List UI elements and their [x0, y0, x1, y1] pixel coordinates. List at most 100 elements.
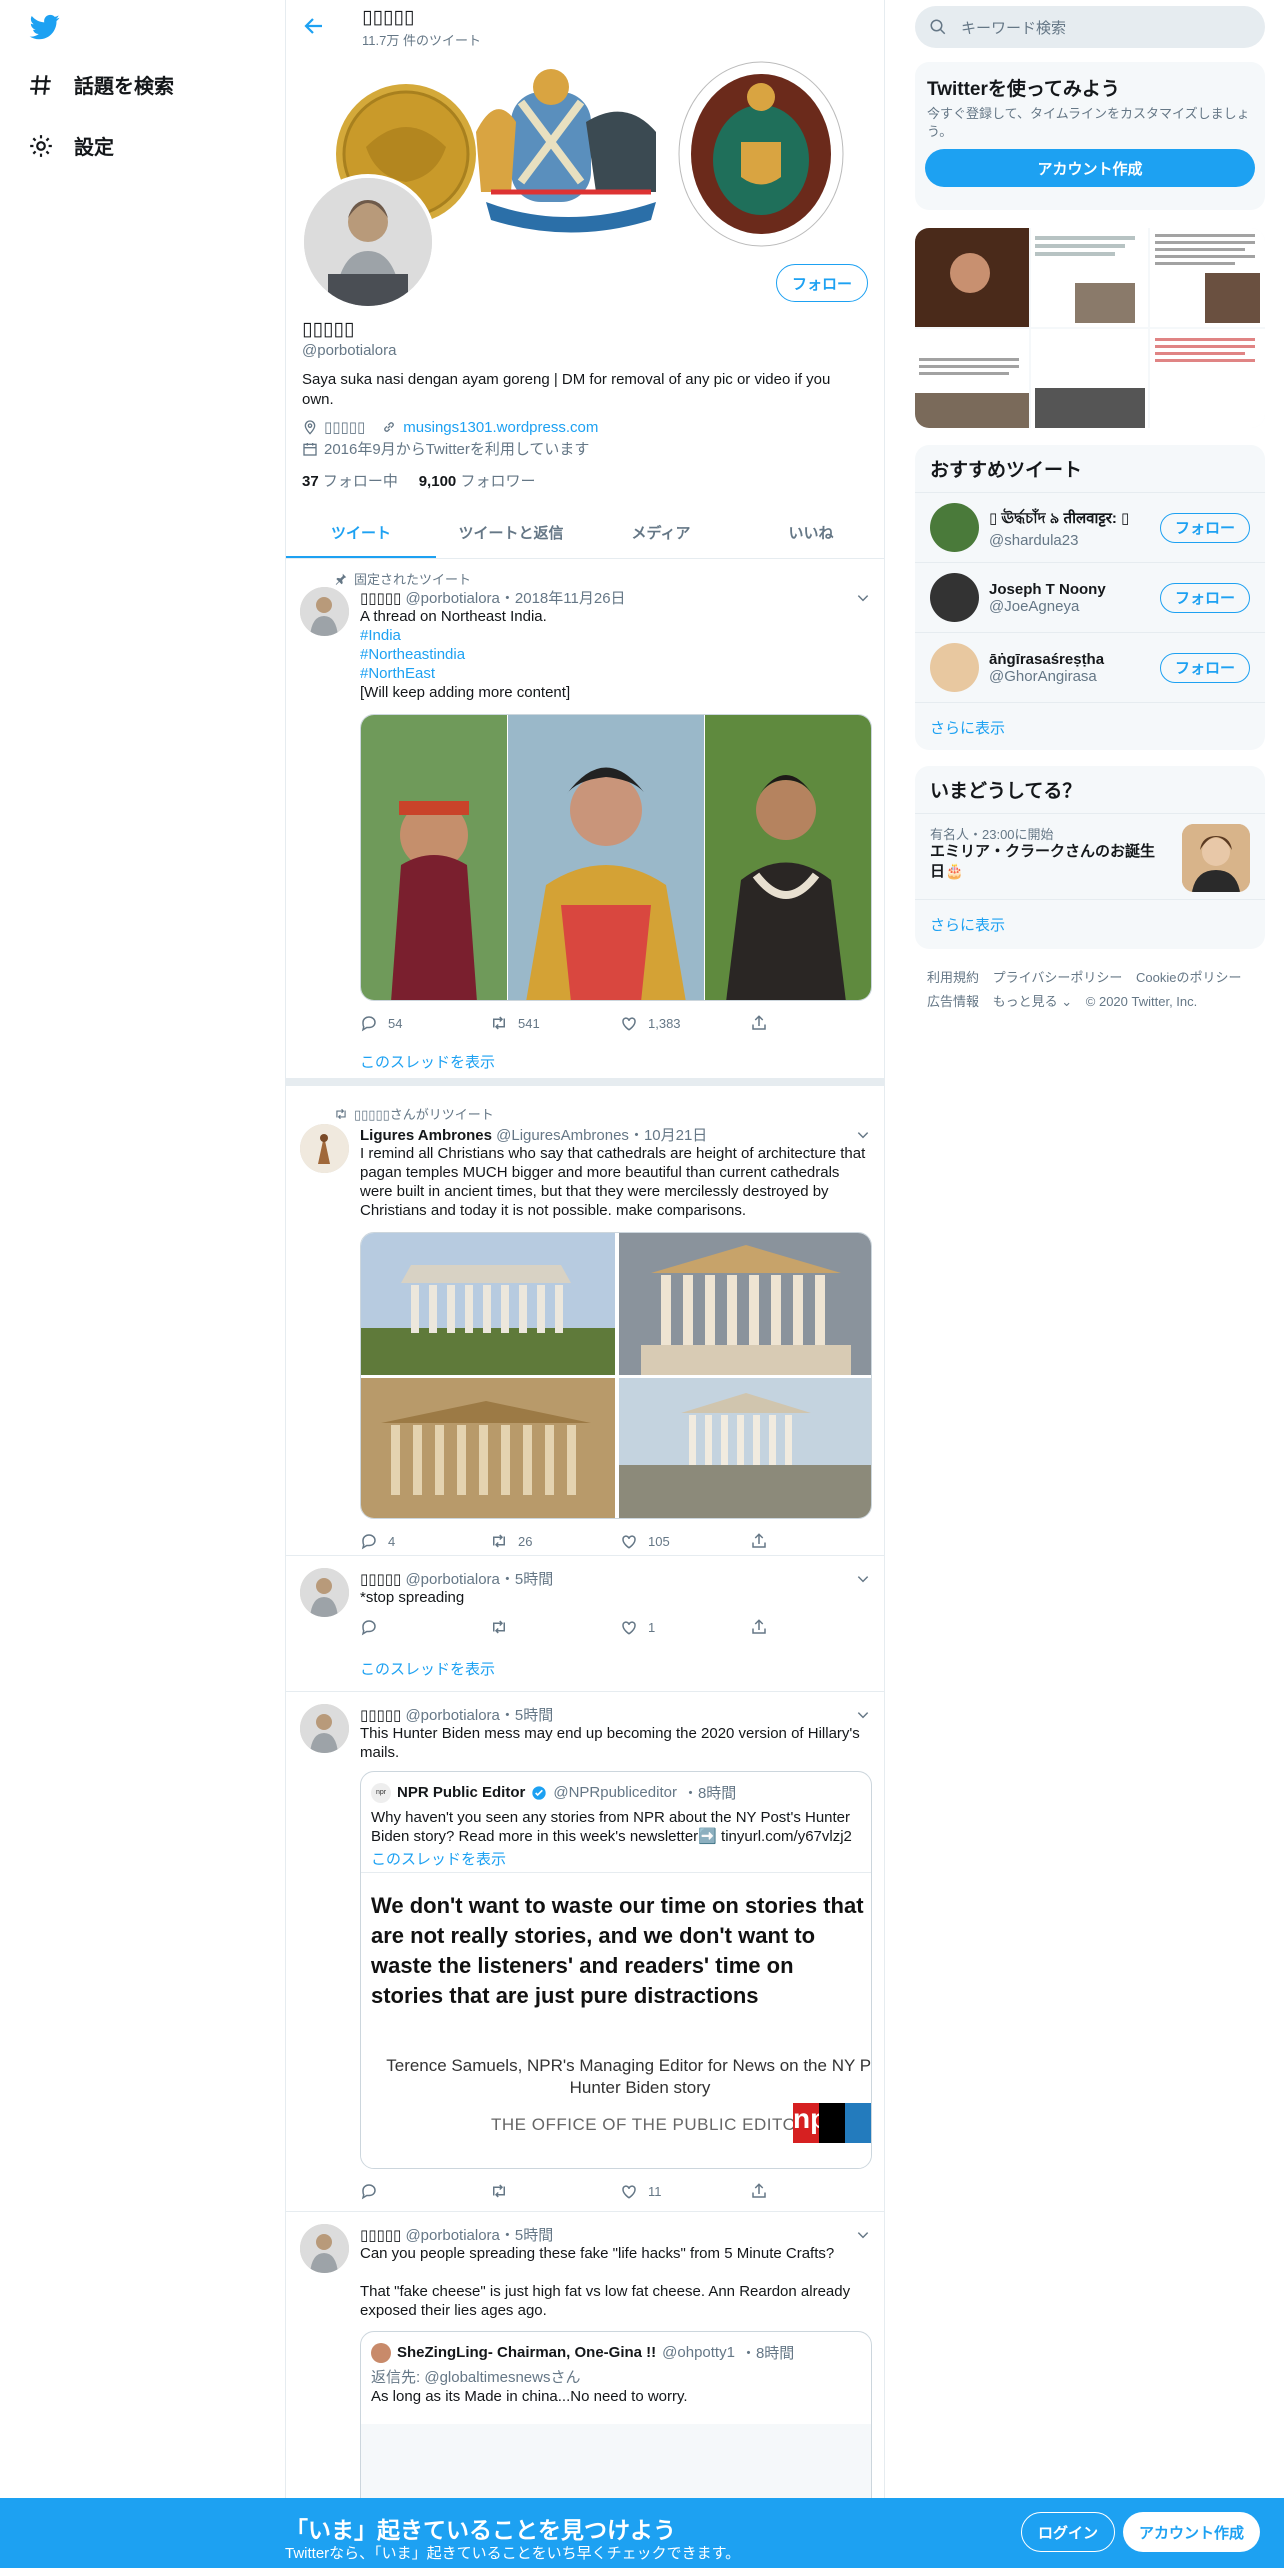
chevron-down-icon[interactable]: [856, 1572, 870, 1586]
tweet-time[interactable]: ・5時間: [500, 1707, 553, 1724]
like-button[interactable]: 105: [620, 1532, 750, 1550]
tweet-text: Can you people spreading these fake "lif…: [360, 2245, 835, 2262]
hashtag-icon: [30, 74, 51, 95]
follow-button[interactable]: フォロー: [1159, 512, 1250, 543]
tweet[interactable]: ▯▯▯▯▯ @porbotialora・5時間 *stop spreading …: [286, 1556, 884, 1692]
hashtag-link[interactable]: #India: [360, 626, 872, 645]
hashtag-link[interactable]: #Northeastindia: [360, 645, 872, 664]
follow-button[interactable]: フォロー: [1159, 652, 1250, 683]
like-button[interactable]: 1,383: [620, 1014, 750, 1032]
media-gallery[interactable]: [915, 228, 1265, 428]
tweet-avatar[interactable]: [300, 587, 349, 636]
tab-tweets[interactable]: ツイート: [286, 507, 436, 558]
like-button[interactable]: 11: [620, 2182, 750, 2200]
tab-media[interactable]: メディア: [586, 507, 736, 558]
tweet-retweet[interactable]: ▯▯▯▯▯さんがリツイート Ligures Ambrones @LiguresA…: [286, 1086, 884, 1556]
signup-button[interactable]: アカウント作成: [1123, 2512, 1261, 2552]
follow-button[interactable]: フォロー: [775, 264, 868, 302]
chevron-down-icon[interactable]: [856, 1128, 870, 1142]
nav-explore[interactable]: 話題を検索: [28, 70, 174, 99]
twitter-logo-icon[interactable]: [28, 12, 62, 42]
show-thread-link[interactable]: このスレッドを表示: [360, 1658, 495, 1679]
tweet-time[interactable]: ・5時間: [500, 1571, 553, 1588]
chevron-down-icon[interactable]: [856, 2228, 870, 2242]
recommend-user-handle: @GhorAngirasa: [989, 667, 1097, 685]
tweet-media[interactable]: [360, 714, 872, 1001]
reply-to-handle: @globaltimesnewsさん: [424, 2369, 581, 2386]
quoted-tweet[interactable]: npr NPR Public Editor @NPRpubliceditor ・8…: [360, 1771, 872, 2169]
footer-link[interactable]: 利用規約: [927, 970, 979, 985]
tweet-pinned[interactable]: 固定されたツイート ▯▯▯▯▯ @porbotialora・2018年11月26…: [286, 559, 884, 1086]
trend-item[interactable]: 有名人・23:00に開始 エミリア・クラークさんのお誕生日🎂: [915, 813, 1265, 899]
reply-button[interactable]: 54: [360, 1014, 490, 1032]
tweet-author-handle[interactable]: @porbotialora: [405, 590, 499, 607]
tweet-avatar[interactable]: [300, 1704, 349, 1753]
like-count: 1: [648, 1619, 656, 1635]
chevron-down-icon[interactable]: [856, 1708, 870, 1722]
reply-button[interactable]: 4: [360, 1532, 490, 1550]
retweet-button[interactable]: [490, 1618, 620, 1636]
tweet-author-handle[interactable]: @porbotialora: [405, 1707, 499, 1724]
recommend-user[interactable]: Joseph T Noony @JoeAgneya フォロー: [915, 562, 1265, 632]
footer-link[interactable]: 広告情報: [927, 994, 979, 1009]
profile-handle: @porbotialora: [302, 342, 397, 359]
tweet-author-name[interactable]: ▯▯▯▯▯: [360, 1571, 401, 1588]
tweet-author-handle[interactable]: @LiguresAmbrones: [496, 1127, 629, 1144]
like-button[interactable]: 1: [620, 1618, 750, 1636]
tweet-media[interactable]: [360, 1232, 872, 1519]
retweet-icon: [336, 1108, 346, 1119]
share-button[interactable]: [750, 1532, 780, 1550]
tweet-actions: 54 541 1,383: [360, 1014, 780, 1032]
login-button[interactable]: ログイン: [1021, 2512, 1116, 2552]
following-link[interactable]: 37 フォロー中: [302, 473, 398, 490]
tweet-avatar[interactable]: [300, 2224, 349, 2273]
tweet-author-name[interactable]: Ligures Ambrones: [360, 1127, 492, 1144]
share-button[interactable]: [750, 1618, 780, 1636]
show-more-link[interactable]: さらに表示: [915, 899, 1265, 949]
back-arrow-icon[interactable]: [302, 14, 326, 38]
link-card-image[interactable]: We don't want to waste our time on stori…: [361, 1872, 871, 2168]
reply-button[interactable]: [360, 1618, 490, 1636]
tweet-time[interactable]: ・2018年11月26日: [500, 590, 626, 607]
tweet-author-name[interactable]: ▯▯▯▯▯: [360, 2227, 401, 2244]
retweet-button[interactable]: 26: [490, 1532, 620, 1550]
tweet-avatar[interactable]: [300, 1568, 349, 1617]
follow-button[interactable]: フォロー: [1159, 582, 1250, 613]
avatar-illustration: [300, 1124, 349, 1173]
tab-tweets-and-replies[interactable]: ツイートと返信: [436, 507, 586, 558]
tweet-author-name[interactable]: ▯▯▯▯▯: [360, 1707, 401, 1724]
reply-button[interactable]: [360, 2182, 490, 2200]
tweet-author-handle[interactable]: @porbotialora: [405, 1571, 499, 1588]
nav-settings[interactable]: 設定: [28, 131, 114, 160]
tab-likes[interactable]: いいね: [736, 507, 884, 558]
tweet-time[interactable]: ・5時間: [500, 2227, 553, 2244]
show-thread-link[interactable]: このスレッドを表示: [360, 1051, 495, 1072]
footer-link[interactable]: もっと見る ⌄: [993, 994, 1073, 1009]
avatar-illustration: [300, 587, 349, 636]
profile-website-link[interactable]: musings1301.wordpress.com: [403, 419, 598, 436]
show-thread-link[interactable]: このスレッドを表示: [371, 1848, 506, 1869]
recommend-user[interactable]: āṅgīrasaśreṣṭha @GhorAngirasa フォロー: [915, 632, 1265, 702]
create-account-button[interactable]: アカウント作成: [925, 149, 1255, 187]
search-input[interactable]: キーワード検索: [915, 6, 1265, 48]
retweet-button[interactable]: 541: [490, 1014, 620, 1032]
recommend-user[interactable]: ▯ ঊৰ্দ্ধচাঁদ ৯ तीलवाट्टर: ▯ @shardula23 …: [915, 492, 1265, 562]
trends-card: いまどうしてる？ 有名人・23:00に開始 エミリア・クラークさんのお誕生日🎂 …: [915, 766, 1265, 949]
retweet-button[interactable]: [490, 2182, 620, 2200]
tweet-header: ▯▯▯▯▯ @porbotialora・5時間: [360, 1568, 553, 1589]
footer-link[interactable]: Cookieのポリシー: [1136, 970, 1241, 985]
footer-link[interactable]: プライバシーポリシー: [993, 970, 1123, 985]
tweet-author-handle[interactable]: @porbotialora: [405, 2227, 499, 2244]
tweet-time[interactable]: ・10月21日: [629, 1127, 707, 1144]
tweet-quote[interactable]: ▯▯▯▯▯ @porbotialora・5時間 This Hunter Bide…: [286, 1692, 884, 2212]
profile-avatar[interactable]: [300, 174, 436, 310]
share-button[interactable]: [750, 1014, 780, 1032]
chevron-down-icon[interactable]: [856, 591, 870, 605]
tweet-avatar[interactable]: [300, 1124, 349, 1173]
tweet-author-name[interactable]: ▯▯▯▯▯: [360, 590, 401, 607]
heart-icon: [622, 1621, 636, 1635]
show-more-link[interactable]: さらに表示: [915, 702, 1265, 750]
hashtag-link[interactable]: #NorthEast: [360, 664, 872, 683]
followers-link[interactable]: 9,100 フォロワー: [419, 473, 536, 490]
share-button[interactable]: [750, 2182, 780, 2200]
